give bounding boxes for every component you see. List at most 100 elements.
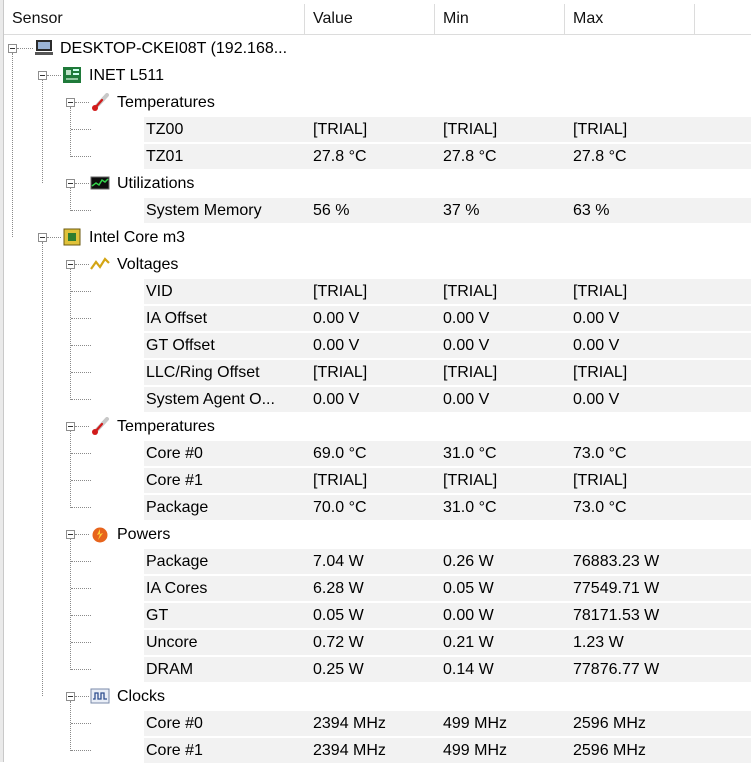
sensor-min: 499 MHz: [443, 742, 508, 759]
tree-connector: [71, 156, 91, 157]
collapse-toggle[interactable]: [8, 44, 17, 53]
sensor-row[interactable]: GT Offset 0.00 V 0.00 V 0.00 V: [4, 332, 751, 359]
collapse-toggle[interactable]: [66, 422, 75, 431]
column-divider[interactable]: [564, 4, 565, 34]
tree-node-group[interactable]: INET L511: [4, 62, 751, 89]
tree-connector: [42, 80, 43, 183]
tree-connector: [47, 75, 61, 76]
sensor-value: 70.0 °C: [313, 499, 367, 516]
column-divider[interactable]: [434, 4, 435, 34]
sensor-max: 0.00 V: [573, 310, 620, 327]
sensor-max: [TRIAL]: [573, 364, 628, 381]
sensor-min: 0.00 V: [443, 310, 490, 327]
sensor-row[interactable]: LLC/Ring Offset [TRIAL] [TRIAL] [TRIAL]: [4, 359, 751, 386]
sensor-tree-view[interactable]: Sensor Value Min Max DESKTOP-CKEI08T (19…: [0, 0, 751, 764]
sensor-max: 73.0 °C: [573, 445, 627, 462]
sensor-value: 2394 MHz: [313, 742, 386, 759]
collapse-toggle[interactable]: [66, 260, 75, 269]
node-label: Uncore: [146, 634, 198, 651]
sensor-value: [TRIAL]: [313, 283, 368, 300]
tree-connector: [71, 561, 91, 562]
tree-node-section[interactable]: Voltages: [4, 251, 751, 278]
sensor-max: [TRIAL]: [573, 121, 628, 138]
sensor-min: 37 %: [443, 202, 480, 219]
sensor-row[interactable]: Core #1 [TRIAL] [TRIAL] [TRIAL]: [4, 467, 751, 494]
tree-connector: [71, 507, 91, 508]
sensor-row[interactable]: Package 70.0 °C 31.0 °C 73.0 °C: [4, 494, 751, 521]
tree-node-group[interactable]: Intel Core m3: [4, 224, 751, 251]
tree-connector: [71, 480, 91, 481]
node-label: Core #0: [146, 715, 203, 732]
computer-icon: [34, 39, 54, 57]
node-label: Package: [146, 553, 209, 570]
node-label: GT: [146, 607, 169, 624]
sensor-row[interactable]: DRAM 0.25 W 0.14 W 77876.77 W: [4, 656, 751, 683]
sensor-min: [TRIAL]: [443, 364, 498, 381]
tree-connector: [71, 642, 91, 643]
sensor-row[interactable]: Core #0 69.0 °C 31.0 °C 73.0 °C: [4, 440, 751, 467]
tree-connector: [71, 750, 91, 751]
sensor-min: 0.00 W: [443, 607, 494, 624]
sensor-min: 0.00 V: [443, 337, 490, 354]
sensor-value: 0.05 W: [313, 607, 364, 624]
sensor-row[interactable]: Core #0 2394 MHz 499 MHz 2596 MHz: [4, 710, 751, 737]
tree-node-section[interactable]: Temperatures: [4, 89, 751, 116]
node-label: TZ00: [146, 121, 184, 138]
sensor-max: 2596 MHz: [573, 715, 646, 732]
column-header-min[interactable]: Min: [443, 4, 469, 34]
tree-connector: [71, 399, 91, 400]
sensor-max: 1.23 W: [573, 634, 624, 651]
node-label: Package: [146, 499, 209, 516]
tree-node-section[interactable]: Powers: [4, 521, 751, 548]
tree-connector: [71, 210, 91, 211]
thermometer-icon: [90, 93, 110, 111]
sensor-row[interactable]: System Agent O... 0.00 V 0.00 V 0.00 V: [4, 386, 751, 413]
sensor-row[interactable]: Core #1 2394 MHz 499 MHz 2596 MHz: [4, 737, 751, 764]
sensor-max: [TRIAL]: [573, 472, 628, 489]
sensor-row[interactable]: TZ00 [TRIAL] [TRIAL] [TRIAL]: [4, 116, 751, 143]
tree-connector: [71, 588, 91, 589]
tree-connector: [71, 345, 91, 346]
sensor-row[interactable]: Package 7.04 W 0.26 W 76883.23 W: [4, 548, 751, 575]
sensor-value: 0.00 V: [313, 310, 360, 327]
sensor-row[interactable]: System Memory 56 % 37 % 63 %: [4, 197, 751, 224]
collapse-toggle[interactable]: [66, 98, 75, 107]
sensor-row[interactable]: GT 0.05 W 0.00 W 78171.53 W: [4, 602, 751, 629]
tree-connector: [70, 188, 71, 211]
column-divider[interactable]: [304, 4, 305, 34]
tree-node-section[interactable]: Clocks: [4, 683, 751, 710]
sensor-min: [TRIAL]: [443, 121, 498, 138]
collapse-toggle[interactable]: [38, 71, 47, 80]
tree-connector: [70, 431, 71, 508]
sensor-value: 69.0 °C: [313, 445, 367, 462]
sensor-min: 0.26 W: [443, 553, 494, 570]
tree-node-section[interactable]: Utilizations: [4, 170, 751, 197]
sensor-min: 0.00 V: [443, 391, 490, 408]
sensor-row[interactable]: TZ01 27.8 °C 27.8 °C 27.8 °C: [4, 143, 751, 170]
collapse-toggle[interactable]: [66, 179, 75, 188]
tree-connector: [75, 534, 89, 535]
sensor-min: 31.0 °C: [443, 445, 497, 462]
column-header-max[interactable]: Max: [573, 4, 603, 34]
tree-node-device[interactable]: DESKTOP-CKEI08T (192.168...: [4, 35, 751, 62]
sensor-value: 0.00 V: [313, 391, 360, 408]
tree-node-section[interactable]: Temperatures: [4, 413, 751, 440]
tree-connector: [71, 669, 91, 670]
sensor-max: 27.8 °C: [573, 148, 627, 165]
sensor-row[interactable]: VID [TRIAL] [TRIAL] [TRIAL]: [4, 278, 751, 305]
column-divider[interactable]: [694, 4, 695, 34]
sensor-min: 0.14 W: [443, 661, 494, 678]
collapse-toggle[interactable]: [66, 692, 75, 701]
motherboard-icon: [62, 66, 82, 84]
sensor-min: 0.21 W: [443, 634, 494, 651]
sensor-row[interactable]: Uncore 0.72 W 0.21 W 1.23 W: [4, 629, 751, 656]
utilization-chart-icon: [90, 174, 110, 192]
collapse-toggle[interactable]: [38, 233, 47, 242]
sensor-max: 0.00 V: [573, 337, 620, 354]
collapse-toggle[interactable]: [66, 530, 75, 539]
sensor-row[interactable]: IA Cores 6.28 W 0.05 W 77549.71 W: [4, 575, 751, 602]
sensor-row[interactable]: IA Offset 0.00 V 0.00 V 0.00 V: [4, 305, 751, 332]
tree-connector: [70, 701, 71, 751]
column-header-value[interactable]: Value: [313, 4, 353, 34]
column-header-sensor[interactable]: Sensor: [12, 4, 63, 34]
